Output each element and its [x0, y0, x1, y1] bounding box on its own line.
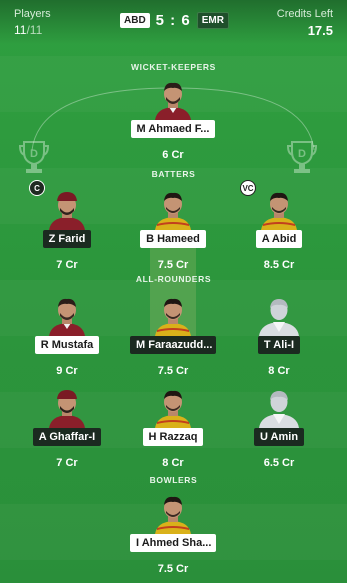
team-left-tag: ABD — [120, 13, 150, 28]
svg-text:D: D — [298, 148, 306, 160]
player-name: M Ahmaed F... — [130, 120, 216, 138]
players-count: 11/11 — [14, 23, 43, 37]
player-credit: 7.5 Cr — [157, 365, 189, 377]
player-avatar — [151, 190, 195, 230]
section-batters: BATTERS — [151, 169, 196, 179]
player-name: U Amin — [253, 428, 305, 446]
player-name: I Ahmed Sha... — [130, 534, 216, 552]
player-name: A Ghaffar-I — [32, 428, 102, 446]
section-bowlers: BOWLERS — [149, 475, 198, 485]
player-credit: 9 Cr — [56, 365, 78, 377]
player-name: A Abid — [255, 230, 303, 248]
player-card-ar-6[interactable]: U Amin 6.5 Cr — [236, 388, 322, 469]
player-name: R Mustafa — [34, 336, 100, 354]
player-name: B Hameed — [140, 230, 206, 248]
player-name: Z Farid — [42, 230, 92, 248]
team-split: 5 : 6 — [155, 12, 191, 29]
player-avatar — [151, 388, 195, 428]
player-card-bat-3[interactable]: A Abid 8.5 Cr — [236, 190, 322, 271]
player-avatar — [45, 296, 89, 336]
player-name: M Faraazudd... — [130, 336, 216, 354]
players-label: Players — [14, 8, 51, 20]
player-avatar — [45, 388, 89, 428]
team-split-score: ABD 5 : 6 EMR — [120, 12, 229, 29]
player-credit: 6.5 Cr — [263, 457, 295, 469]
player-name: H Razzaq — [142, 428, 204, 446]
credits-label: Credits Left — [276, 8, 333, 20]
player-credit: 7 Cr — [56, 259, 78, 271]
svg-text:D: D — [30, 148, 38, 160]
player-name: T Ali-I — [257, 336, 301, 354]
player-credit: 8 Cr — [162, 457, 184, 469]
player-avatar — [45, 190, 89, 230]
vice-captain-badge: VC — [240, 180, 256, 196]
player-avatar — [257, 190, 301, 230]
section-all-rounders: ALL-ROUNDERS — [135, 274, 212, 284]
player-card-ar-3[interactable]: T Ali-I 8 Cr — [236, 296, 322, 377]
player-avatar — [151, 80, 195, 120]
player-card-wk-1[interactable]: M Ahmaed F... 6 Cr — [130, 80, 216, 161]
credits-value: 17.5 — [307, 23, 333, 38]
player-credit: 7 Cr — [56, 457, 78, 469]
player-card-ar-1[interactable]: R Mustafa 9 Cr — [24, 296, 110, 377]
player-avatar — [257, 388, 301, 428]
player-credit: 8.5 Cr — [263, 259, 295, 271]
captain-badge: C — [29, 180, 45, 196]
player-card-ar-2[interactable]: M Faraazudd... 7.5 Cr — [130, 296, 216, 377]
credits-left: Credits Left 17.5 — [277, 8, 333, 38]
player-card-ar-4[interactable]: A Ghaffar-I 7 Cr — [24, 388, 110, 469]
player-credit: 7.5 Cr — [157, 563, 189, 575]
player-avatar — [151, 296, 195, 336]
player-credit: 8 Cr — [268, 365, 290, 377]
section-wicket-keepers: WICKET-KEEPERS — [131, 62, 216, 72]
player-card-bat-2[interactable]: B Hameed 7.5 Cr — [130, 190, 216, 271]
team-right-tag: EMR — [196, 12, 229, 29]
player-credit: 6 Cr — [162, 149, 184, 161]
player-card-bat-1[interactable]: Z Farid 7 Cr — [24, 190, 110, 271]
player-avatar — [257, 296, 301, 336]
player-card-ar-5[interactable]: H Razzaq 8 Cr — [130, 388, 216, 469]
players-counter: Players 11/11 — [14, 8, 51, 37]
player-card-bowl-1[interactable]: I Ahmed Sha... 7.5 Cr — [130, 494, 216, 575]
team-preview-header: Players 11/11 ABD 5 : 6 EMR Credits Left… — [0, 0, 347, 44]
player-credit: 7.5 Cr — [157, 259, 189, 271]
player-avatar — [151, 494, 195, 534]
